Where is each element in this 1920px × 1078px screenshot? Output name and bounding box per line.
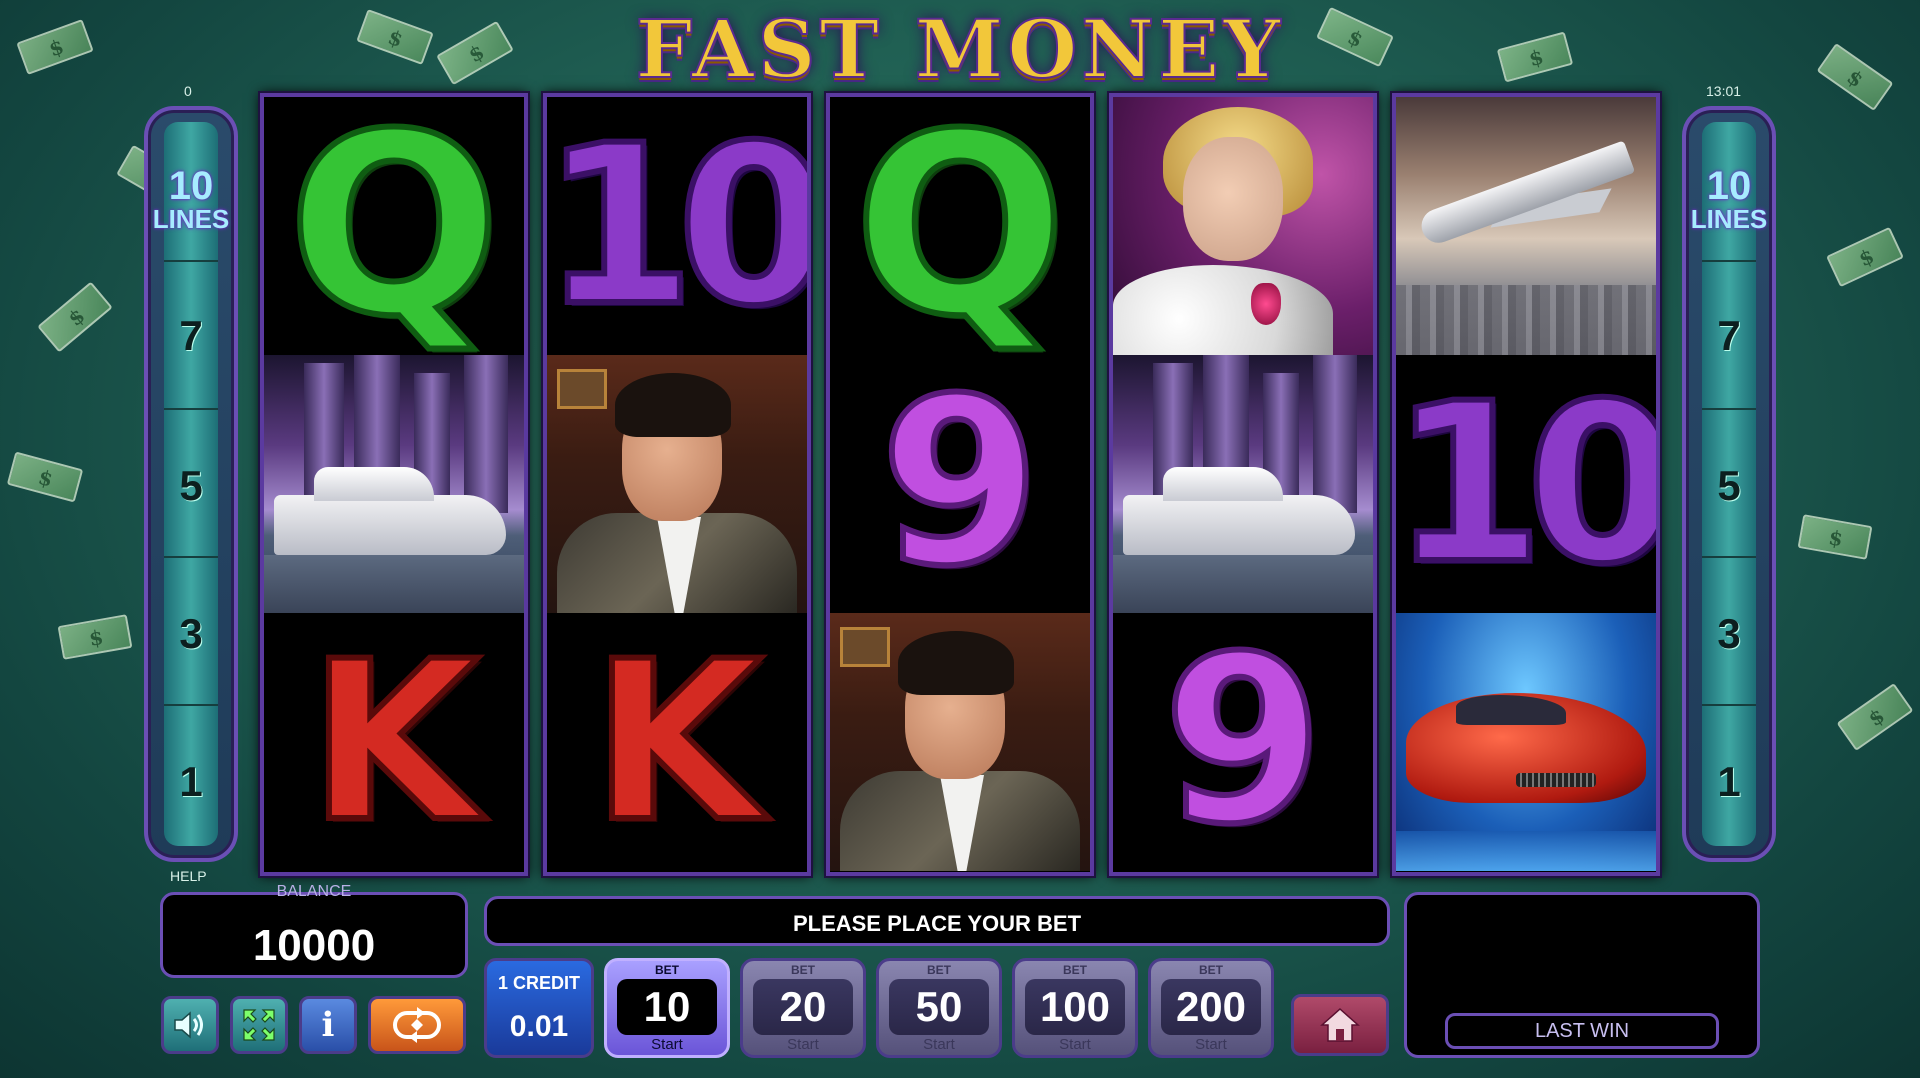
bet-start-label: Start (1059, 1036, 1091, 1053)
symbol-man (547, 355, 807, 613)
lines-label: LINES (1690, 204, 1768, 234)
line-number[interactable]: 5 (1686, 462, 1772, 510)
credit-label: 1 CREDIT (497, 973, 580, 993)
reel-4: 9 (1109, 93, 1377, 876)
help-link[interactable]: HELP (170, 868, 207, 884)
symbol-woman (1113, 97, 1373, 355)
bet-value: 100 (1025, 979, 1125, 1035)
line-number[interactable]: 7 (148, 312, 234, 360)
lines-count: 10 (1706, 164, 1752, 208)
game-logo: FAST MONEY (635, 1, 1285, 97)
reel-1: QK (260, 93, 528, 876)
home-button[interactable] (1291, 994, 1389, 1056)
lines-label: LINES (152, 204, 230, 234)
fullscreen-button[interactable] (230, 996, 288, 1054)
bet-value: 50 (889, 979, 989, 1035)
reel-3: Q9 (826, 93, 1094, 876)
lines-panel-left[interactable]: 10 LINES 7 5 3 1 (144, 106, 238, 862)
top-left-counter: 0 (184, 83, 192, 99)
info-icon: i (321, 1005, 335, 1045)
clock: 13:01 (1706, 83, 1742, 99)
symbol-9: 9 (830, 355, 1090, 613)
line-number[interactable]: 3 (148, 610, 234, 658)
line-number[interactable]: 7 (1686, 312, 1772, 360)
last-win-label: LAST WIN (1445, 1013, 1719, 1049)
bet-label: BET (1063, 963, 1087, 977)
bet-start-label: Start (787, 1036, 819, 1053)
symbol-10-glyph: 10 (1396, 356, 1656, 612)
credit-value: 0.01 (509, 1010, 569, 1043)
symbol-yacht (1113, 355, 1373, 613)
symbol-10-glyph: 10 (547, 98, 807, 354)
symbol-man (830, 613, 1090, 871)
bet-value: 20 (753, 979, 853, 1035)
symbol-9-glyph: 9 (1160, 613, 1326, 871)
reel-2: 10 K (543, 93, 811, 876)
symbol-10: 10 (1396, 355, 1656, 613)
home-icon (1320, 1007, 1360, 1042)
bet-label: BET (791, 963, 815, 977)
balance-label: BALANCE (276, 883, 352, 900)
symbol-10: 10 (547, 97, 807, 355)
balance-value: 10000 (252, 921, 376, 970)
bet-button-50[interactable]: BET 50 Start (876, 958, 1002, 1058)
bet-value: 10 (617, 979, 717, 1035)
symbol-yacht (264, 355, 524, 613)
autoplay-button[interactable] (368, 996, 466, 1054)
bet-button-100[interactable]: BET 100 Start (1012, 958, 1138, 1058)
reel-5: 10 (1392, 93, 1660, 876)
symbol-k: K (547, 613, 807, 871)
lines-count: 10 (168, 164, 214, 208)
symbol-jet (1396, 97, 1656, 355)
bet-start-label: Start (1195, 1036, 1227, 1053)
bet-button-20[interactable]: BET 20 Start (740, 958, 866, 1058)
sound-button[interactable] (161, 996, 219, 1054)
symbol-q-glyph: Q (851, 97, 1070, 355)
sound-icon (174, 1011, 203, 1039)
lines-panel-right[interactable]: 10 LINES 7 5 3 1 (1682, 106, 1776, 862)
symbol-q: Q (264, 97, 524, 355)
info-button[interactable]: i (299, 996, 357, 1054)
last-win-box: LAST WIN (1404, 892, 1760, 1058)
symbol-9-glyph: 9 (877, 355, 1043, 613)
line-number[interactable]: 5 (148, 462, 234, 510)
message-text: PLEASE PLACE YOUR BET (792, 911, 1082, 936)
bet-start-label: Start (923, 1036, 955, 1053)
symbol-k-glyph: K (589, 614, 766, 870)
line-number[interactable]: 1 (148, 758, 234, 806)
symbol-k: K (264, 613, 524, 871)
balance-box: BALANCE 10000 (160, 883, 468, 978)
credit-value-button[interactable]: 1 CREDIT 0.01 (484, 958, 594, 1058)
symbol-k-glyph: K (306, 614, 483, 870)
autoplay-icon (393, 1007, 441, 1043)
bet-label: BET (655, 963, 679, 977)
symbol-car (1396, 613, 1656, 871)
bet-button-200[interactable]: BET 200 Start (1148, 958, 1274, 1058)
bet-button-10[interactable]: BET 10 Start (604, 958, 730, 1058)
fullscreen-icon (243, 1009, 275, 1041)
message-bar: PLEASE PLACE YOUR BET (484, 896, 1390, 946)
bet-label: BET (1199, 963, 1223, 977)
bet-start-label: Start (651, 1036, 683, 1053)
symbol-q: Q (830, 97, 1090, 355)
line-number[interactable]: 1 (1686, 758, 1772, 806)
symbol-q-glyph: Q (285, 97, 504, 355)
bet-label: BET (927, 963, 951, 977)
line-number[interactable]: 3 (1686, 610, 1772, 658)
symbol-9: 9 (1113, 613, 1373, 871)
bet-value: 200 (1161, 979, 1261, 1035)
